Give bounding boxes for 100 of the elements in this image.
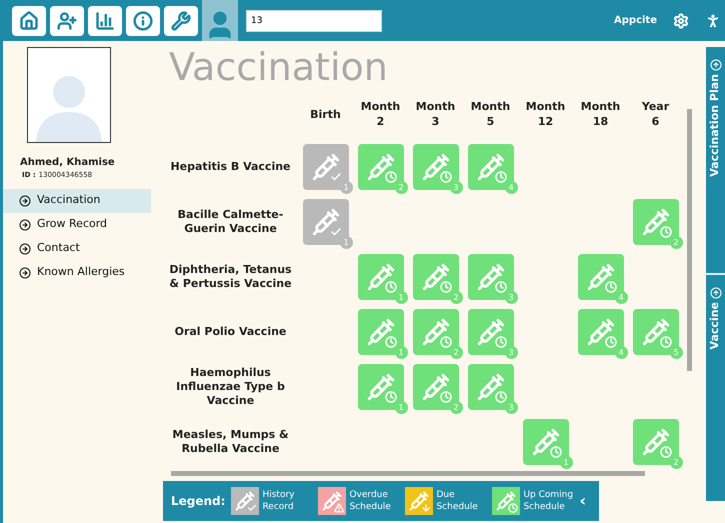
vaccine-name: Measles, Mumps & Rubella Vaccine xyxy=(172,428,289,454)
bar-chart-icon xyxy=(95,10,115,30)
syringe-icon xyxy=(235,491,256,511)
syringe-icon xyxy=(496,491,516,511)
search-field[interactable]: 13 xyxy=(246,10,382,32)
syringe-icon xyxy=(642,428,670,456)
vaccine-dose-tile[interactable] xyxy=(318,487,346,515)
syringe-icon xyxy=(322,491,342,511)
add-user-button[interactable] xyxy=(50,6,84,36)
nav-label: Contact xyxy=(37,240,80,256)
vaccine-dose-tile[interactable] xyxy=(405,487,434,515)
profile-button[interactable] xyxy=(202,0,238,41)
vaccine-name: Bacille Calmette-Guerin Vaccine xyxy=(178,208,284,234)
tools-icon xyxy=(171,10,191,30)
side-tab[interactable]: Vaccination Plan xyxy=(706,47,725,273)
column-header: Month 18 xyxy=(580,99,622,129)
dose-number: 2 xyxy=(450,400,462,414)
syringe-icon xyxy=(366,262,394,290)
clock-icon xyxy=(550,446,562,458)
clock-icon xyxy=(440,336,452,348)
nav-item[interactable]: Vaccination xyxy=(3,188,151,212)
side-tab-label: Vaccine xyxy=(707,302,722,350)
warning-icon xyxy=(334,503,344,513)
home-icon xyxy=(19,10,39,30)
nav-label: Grow Record xyxy=(37,216,108,232)
syringe-icon xyxy=(586,262,614,290)
vertical-scrollbar[interactable] xyxy=(687,109,692,371)
dose-number: 4 xyxy=(614,290,628,304)
syringe-icon xyxy=(422,262,450,290)
clock-icon xyxy=(384,170,396,182)
dose-number: 2 xyxy=(670,456,682,468)
syringe-icon xyxy=(312,152,340,180)
dose-number: 2 xyxy=(450,290,462,304)
dose-number: 3 xyxy=(504,400,518,414)
nav-label: Known Allergies xyxy=(37,264,125,280)
dose-number: 1 xyxy=(340,180,352,194)
dose-number: 1 xyxy=(394,290,408,304)
tools-button[interactable] xyxy=(164,6,198,36)
clock-icon xyxy=(440,390,452,402)
legend-title: Legend: xyxy=(171,493,226,510)
horizontal-scrollbar[interactable] xyxy=(171,471,645,476)
app-name: Appcite xyxy=(614,14,657,28)
column-header: Month 3 xyxy=(414,99,456,129)
column-header: Year 6 xyxy=(640,99,670,129)
home-button[interactable] xyxy=(12,6,46,36)
syringe-icon xyxy=(586,318,614,346)
dose-number: 1 xyxy=(340,236,352,248)
vaccine-name: Oral Polio Vaccine xyxy=(174,324,286,338)
clock-icon xyxy=(494,280,506,292)
legend-label: Up Coming Schedule xyxy=(523,489,574,513)
dose-number: 2 xyxy=(670,236,682,248)
dose-number: 4 xyxy=(504,180,518,194)
legend-label: Due Schedule xyxy=(436,489,479,513)
nav-item[interactable]: Contact xyxy=(3,236,151,260)
syringe-icon xyxy=(642,208,670,236)
clock-icon xyxy=(604,280,616,292)
collapse-button[interactable]: ‹ xyxy=(579,493,586,509)
dose-number: 1 xyxy=(394,400,408,414)
column-header: Month 2 xyxy=(360,99,402,129)
column-header: Birth xyxy=(309,106,342,122)
syringe-icon xyxy=(422,152,450,180)
dose-number: 3 xyxy=(450,180,462,194)
side-tab-label: Vaccination Plan xyxy=(707,74,722,177)
syringe-icon xyxy=(409,491,430,511)
syringe-icon xyxy=(476,152,504,180)
side-tab[interactable]: Vaccine xyxy=(706,273,725,501)
syringe-icon xyxy=(366,318,394,346)
nav-item[interactable]: Known Allergies xyxy=(3,260,151,284)
clock-icon xyxy=(604,336,616,348)
vaccine-name: Haemophilus Influenzae Type b Vaccine xyxy=(176,366,285,406)
dose-number: 4 xyxy=(614,346,628,358)
clock-icon xyxy=(384,280,396,292)
syringe-icon xyxy=(312,208,340,236)
patient-name: Ahmed, Khamise xyxy=(20,156,116,170)
legend-label: History Record xyxy=(262,489,296,513)
syringe-icon xyxy=(366,152,394,180)
vaccine-name: Hepatitis B Vaccine xyxy=(170,160,291,172)
page-title: Vaccination xyxy=(169,45,389,89)
bar-chart-button[interactable] xyxy=(88,6,122,36)
clock-icon xyxy=(440,170,452,182)
vaccine-dose-tile[interactable] xyxy=(231,487,260,515)
check-icon xyxy=(247,503,258,513)
clock-icon xyxy=(494,170,506,182)
dose-number: 2 xyxy=(450,346,462,358)
dose-number: 1 xyxy=(560,456,572,468)
syringe-icon xyxy=(476,262,504,290)
check-icon xyxy=(330,226,342,238)
info-button[interactable] xyxy=(126,6,160,36)
settings-icon[interactable] xyxy=(673,12,689,28)
clock-icon xyxy=(660,336,672,348)
legend-label: Overdue Schedule xyxy=(349,489,392,513)
clock-icon xyxy=(384,336,396,348)
column-header: Month 5 xyxy=(470,99,512,129)
clock-icon xyxy=(494,336,506,348)
vaccine-dose-tile[interactable] xyxy=(492,487,520,515)
dose-number: 3 xyxy=(504,346,518,358)
syringe-icon xyxy=(476,372,504,400)
nav-item[interactable]: Grow Record xyxy=(3,212,151,236)
arrow-down-icon xyxy=(421,503,432,513)
clock-icon xyxy=(384,390,396,402)
